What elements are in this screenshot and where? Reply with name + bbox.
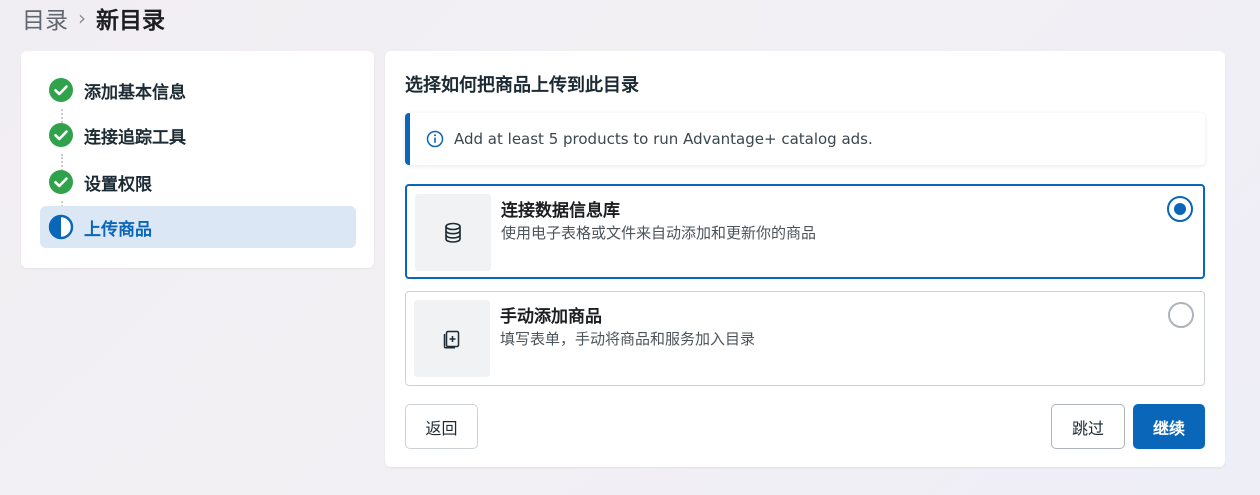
breadcrumb: 目录 › 新目录 <box>22 2 165 34</box>
page-title: 新目录 <box>96 8 165 34</box>
step-label: 上传商品 <box>84 219 152 240</box>
step-permissions[interactable]: 设置权限 <box>40 161 356 203</box>
step-label: 添加基本信息 <box>84 82 186 103</box>
option-title: 连接数据信息库 <box>501 201 620 221</box>
steps-panel: 添加基本信息 连接追踪工具 设置权限 上传商品 <box>21 51 374 268</box>
step-tracking-tools[interactable]: 连接追踪工具 <box>40 114 356 156</box>
step-label: 连接追踪工具 <box>84 127 186 148</box>
option-thumbnail <box>414 300 490 377</box>
breadcrumb-separator: › <box>78 6 86 30</box>
info-icon <box>426 130 444 148</box>
database-icon <box>445 222 461 243</box>
option-description: 填写表单，手动将商品和服务加入目录 <box>500 330 756 348</box>
info-notice: Add at least 5 products to run Advantage… <box>405 113 1205 165</box>
breadcrumb-parent-link[interactable]: 目录 <box>22 1 68 35</box>
notice-text: Add at least 5 products to run Advantage… <box>454 130 873 148</box>
continue-button[interactable]: 继续 <box>1133 404 1205 449</box>
add-file-icon <box>443 330 460 349</box>
check-circle-icon <box>49 123 73 147</box>
option-title: 手动添加商品 <box>500 307 602 327</box>
half-circle-progress-icon <box>48 214 74 240</box>
radio-manual-add[interactable] <box>1168 302 1194 328</box>
check-circle-icon <box>49 78 73 102</box>
section-title: 选择如何把商品上传到此目录 <box>405 75 639 96</box>
step-label: 设置权限 <box>84 174 152 195</box>
option-description: 使用电子表格或文件来自动添加和更新你的商品 <box>501 224 817 242</box>
check-circle-icon <box>49 170 73 194</box>
option-thumbnail <box>415 194 491 271</box>
upload-method-panel: 选择如何把商品上传到此目录 Add at least 5 products to… <box>385 51 1225 467</box>
radio-connect-data-source[interactable] <box>1167 196 1193 222</box>
skip-button[interactable]: 跳过 <box>1051 404 1125 449</box>
back-button[interactable]: 返回 <box>405 404 478 449</box>
option-connect-data-source[interactable]: 连接数据信息库 使用电子表格或文件来自动添加和更新你的商品 <box>405 184 1205 279</box>
option-manual-add[interactable]: 手动添加商品 填写表单，手动将商品和服务加入目录 <box>405 291 1205 386</box>
step-upload-products[interactable]: 上传商品 <box>40 206 356 248</box>
step-basic-info[interactable]: 添加基本信息 <box>40 69 356 111</box>
